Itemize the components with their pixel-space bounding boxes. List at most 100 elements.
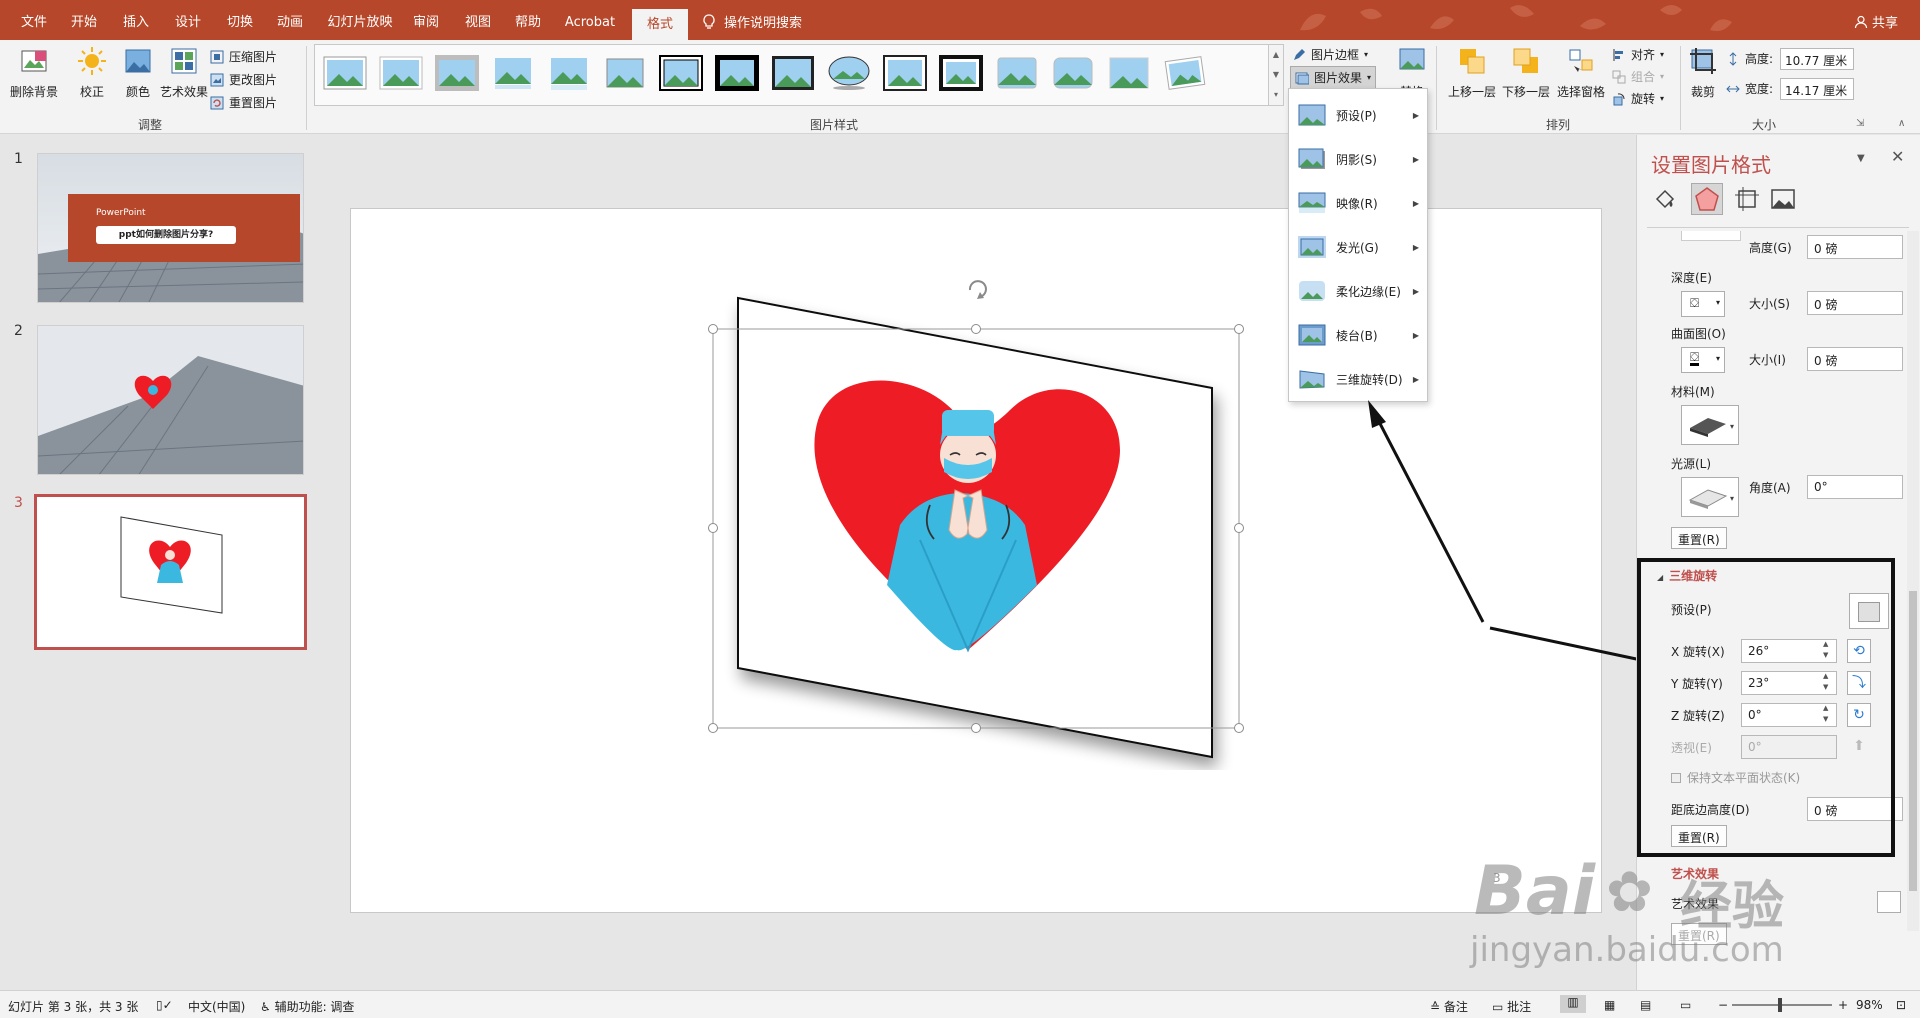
tab-acrobat[interactable]: Acrobat [560, 0, 620, 40]
fit-to-window-icon[interactable]: ⊡ [1896, 998, 1906, 1012]
lighting-picker[interactable]: ▾ [1681, 477, 1739, 517]
picture-effects-button[interactable]: 图片效果 ▾ [1290, 66, 1377, 89]
gallery-up-icon[interactable]: ▲ [1269, 45, 1283, 65]
height-input[interactable]: 10.77 厘米 [1780, 48, 1854, 70]
depth-color-picker[interactable]: ⛋ ▾ [1681, 291, 1725, 317]
zoom-slider[interactable] [1732, 998, 1832, 1012]
style-thumb[interactable] [827, 55, 871, 91]
tab-animations[interactable]: 动画 [270, 0, 310, 40]
group-objects-button[interactable]: 组合 ▾ [1612, 68, 1664, 85]
compress-pictures-button[interactable]: 压缩图片 [210, 48, 277, 65]
menu-item-glow[interactable]: 发光(G) ▶ [1289, 225, 1429, 269]
style-thumb[interactable] [1163, 55, 1207, 91]
pane-scrollbar[interactable] [1907, 231, 1919, 931]
bevel-height-input[interactable]: 0 磅 [1807, 235, 1903, 259]
style-thumb[interactable] [491, 55, 535, 91]
reset-3d-format-button[interactable]: 重置(R) [1671, 527, 1727, 549]
corrections-button[interactable]: 校正 [72, 46, 112, 100]
tab-insert[interactable]: 插入 [116, 0, 156, 40]
depth-size-input[interactable]: 0 磅 [1807, 291, 1903, 315]
picture-tab-icon[interactable] [1769, 185, 1797, 213]
artistic-effects-button[interactable]: 艺术效果 [156, 46, 212, 100]
slide-sorter-icon[interactable]: ▦ [1604, 998, 1615, 1012]
style-thumb[interactable] [659, 55, 703, 91]
style-thumb[interactable] [603, 55, 647, 91]
effects-tab[interactable] [1691, 183, 1723, 215]
style-thumb[interactable] [547, 55, 591, 91]
gallery-down-icon[interactable]: ▼ [1269, 65, 1283, 85]
selection-pane-button[interactable]: 选择窗格 [1554, 46, 1608, 100]
style-thumb[interactable] [1107, 55, 1151, 91]
accessibility-status[interactable]: ♿ 辅助功能: 调查 [260, 998, 354, 1015]
style-thumb[interactable] [883, 55, 927, 91]
tab-slideshow[interactable]: 幻灯片放映 [320, 0, 400, 40]
zoom-in-icon[interactable]: + [1838, 998, 1848, 1012]
style-thumb[interactable] [715, 55, 759, 91]
width-input[interactable]: 14.17 厘米 [1780, 78, 1854, 100]
tab-view[interactable]: 视图 [458, 0, 498, 40]
remove-background-button[interactable]: 删除背景 [6, 46, 62, 100]
artistic-effects-picker[interactable] [1877, 891, 1901, 913]
menu-item-shadow[interactable]: 阴影(S) ▶ [1289, 137, 1429, 181]
style-thumb[interactable] [939, 55, 983, 91]
style-thumb[interactable] [435, 55, 479, 91]
style-thumb[interactable] [379, 55, 423, 91]
menu-item-soft-edges[interactable]: 柔化边缘(E) ▶ [1289, 269, 1429, 313]
align-button[interactable]: 对齐 ▾ [1612, 46, 1664, 63]
style-thumb[interactable] [995, 55, 1039, 91]
rotate-button[interactable]: 旋转 ▾ [1612, 90, 1664, 107]
language-indicator[interactable]: 中文(中国) [188, 998, 245, 1015]
send-backward-button[interactable]: 下移一层 [1500, 46, 1552, 100]
reading-view-icon[interactable]: ▤ [1640, 998, 1651, 1012]
fill-line-icon[interactable] [1651, 185, 1679, 213]
size-dialog-launcher-icon[interactable]: ⇲ [1856, 118, 1864, 129]
comments-button[interactable]: ▭ 批注 [1492, 998, 1531, 1015]
spell-check-icon[interactable]: ▯✓ [156, 998, 173, 1012]
reset-picture-button[interactable]: 重置图片 [210, 94, 277, 111]
angle-input[interactable]: 0° [1807, 475, 1903, 499]
menu-item-bevel[interactable]: 棱台(B) ▶ [1289, 313, 1429, 357]
tab-format[interactable]: 格式 [632, 9, 688, 40]
contour-size-input[interactable]: 0 磅 [1807, 347, 1903, 371]
pane-scroll-thumb[interactable] [1909, 591, 1917, 891]
color-button[interactable]: 颜色 [118, 46, 158, 100]
change-picture-button[interactable]: 更改图片 [210, 71, 277, 88]
gallery-scroll[interactable]: ▲ ▼ ▾ [1268, 44, 1284, 106]
zoom-level[interactable]: 98% [1856, 998, 1883, 1012]
zoom-slider-thumb[interactable] [1778, 998, 1782, 1012]
size-properties-icon[interactable] [1733, 185, 1761, 213]
slide-thumbnail-1[interactable]: PowerPoint ppt如何删除图片分享? [37, 153, 304, 303]
bevel-bottom-swatch[interactable] [1681, 231, 1741, 241]
menu-item-reflection[interactable]: 映像(R) ▶ [1289, 181, 1429, 225]
slideshow-icon[interactable]: ▭ [1680, 998, 1691, 1012]
picture-styles-gallery[interactable] [314, 44, 1272, 106]
tab-transitions[interactable]: 切换 [220, 0, 260, 40]
bring-forward-button[interactable]: 上移一层 [1446, 46, 1498, 100]
pane-options-icon[interactable]: ▼ [1857, 153, 1865, 164]
style-thumb[interactable] [771, 55, 815, 91]
picture-border-button[interactable]: 图片边框 ▾ [1292, 46, 1368, 63]
style-thumb[interactable] [1051, 55, 1095, 91]
gallery-more-icon[interactable]: ▾ [1269, 85, 1283, 105]
menu-item-preset[interactable]: 预设(P) ▶ [1289, 93, 1429, 137]
close-icon[interactable]: ✕ [1891, 147, 1904, 166]
style-thumb[interactable] [323, 55, 367, 91]
tell-me-search[interactable]: 操作说明搜索 [702, 12, 802, 31]
share-button[interactable]: 共享 [1854, 12, 1898, 31]
rotate-handle-icon[interactable] [968, 280, 987, 299]
tab-help[interactable]: 帮助 [508, 0, 548, 40]
notes-button[interactable]: ≙ 备注 [1430, 998, 1468, 1015]
contour-color-picker[interactable]: ⛋ ▾ [1681, 347, 1725, 373]
slide-thumbnail-3[interactable] [34, 494, 307, 650]
material-picker[interactable]: ▾ [1681, 405, 1739, 445]
zoom-out-icon[interactable]: − [1718, 998, 1728, 1012]
slide-thumbnail-2[interactable] [37, 325, 304, 475]
tab-home[interactable]: 开始 [64, 0, 104, 40]
crop-button[interactable]: 裁剪 [1686, 46, 1720, 100]
tab-design[interactable]: 设计 [168, 0, 208, 40]
tab-review[interactable]: 审阅 [406, 0, 446, 40]
collapse-ribbon-icon[interactable]: ∧ [1898, 118, 1905, 129]
rotated-picture[interactable] [700, 280, 1260, 770]
normal-view-icon[interactable]: ▥ [1560, 995, 1586, 1013]
tab-file[interactable]: 文件 [14, 0, 54, 40]
